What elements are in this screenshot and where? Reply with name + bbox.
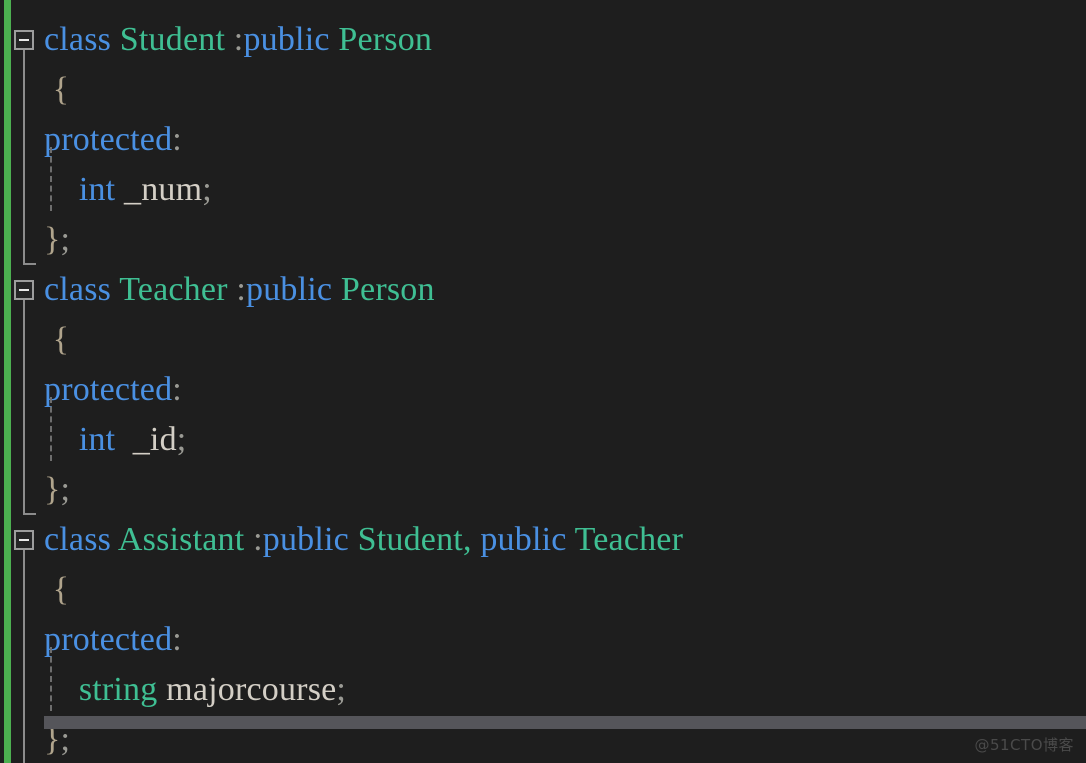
code-token-punct: ; xyxy=(60,221,71,258)
code-line-text: int _num; xyxy=(44,165,212,215)
fold-region-end-marker xyxy=(23,263,36,265)
code-token-brace: } xyxy=(44,471,61,508)
code-line-text: int _id; xyxy=(44,415,186,465)
code-token-brace: { xyxy=(52,571,70,608)
code-token-kw: int xyxy=(78,421,116,458)
indent-guide xyxy=(50,647,52,711)
code-token-punct: : xyxy=(172,371,182,408)
code-surface[interactable]: class Student :public Person {protected:… xyxy=(0,0,1086,763)
code-line-text: protected: xyxy=(44,115,182,165)
fold-toggle-icon[interactable] xyxy=(14,280,34,300)
fold-toggle-icon[interactable] xyxy=(14,530,34,550)
indent-guide xyxy=(50,397,52,461)
code-token-kw: public xyxy=(480,521,567,558)
code-token-ident: majorcourse xyxy=(166,671,337,708)
indent-guide xyxy=(50,147,52,211)
code-token-comma: , xyxy=(462,521,472,558)
code-line-text: { xyxy=(44,65,69,115)
horizontal-scrollbar-thumb[interactable] xyxy=(44,716,1086,729)
code-line[interactable]: { xyxy=(0,565,1086,615)
fold-region-line xyxy=(23,50,25,263)
code-token-brace: { xyxy=(52,71,70,108)
code-token-type: Assistant xyxy=(117,521,245,558)
code-token-brace: { xyxy=(52,321,70,358)
code-line[interactable]: }; xyxy=(0,465,1086,515)
code-line-text: string majorcourse; xyxy=(44,665,346,715)
code-token-type: Person xyxy=(340,271,435,308)
code-token-kw: public xyxy=(243,21,330,58)
code-line[interactable]: }; xyxy=(0,215,1086,265)
code-token-punct: : xyxy=(172,121,182,158)
code-line[interactable]: int _id; xyxy=(0,415,1086,465)
code-editor[interactable]: class Student :public Person {protected:… xyxy=(0,0,1086,763)
code-token-kw: protected xyxy=(44,621,173,658)
code-line-text: { xyxy=(44,565,69,615)
code-token-punct: ; xyxy=(202,171,212,208)
code-line[interactable]: int _num; xyxy=(0,165,1086,215)
code-line[interactable]: class Teacher :public Person xyxy=(0,265,1086,315)
watermark-label: @51CTO博客 xyxy=(974,736,1074,754)
code-token-brace: } xyxy=(44,221,61,258)
code-token-kw: int xyxy=(78,171,116,208)
code-line-text: { xyxy=(44,315,69,365)
code-line[interactable]: class Assistant :public Student, public … xyxy=(0,515,1086,565)
fold-toggle-icon[interactable] xyxy=(14,30,34,50)
code-token-type: Teacher xyxy=(119,271,228,308)
code-token-punct: : xyxy=(253,521,263,558)
code-line-text: class Teacher :public Person xyxy=(44,265,435,315)
code-token-kw: protected xyxy=(44,371,173,408)
code-line-text: class Student :public Person xyxy=(44,15,432,65)
fold-region-line xyxy=(23,300,25,513)
code-line-text: class Assistant :public Student, public … xyxy=(44,515,683,565)
code-token-punct: ; xyxy=(336,671,347,708)
code-line[interactable]: string majorcourse; xyxy=(0,665,1086,715)
code-line[interactable]: protected: xyxy=(0,615,1086,665)
fold-region-line xyxy=(23,550,25,763)
code-token-punct: : xyxy=(233,21,244,58)
code-token-kw: public xyxy=(246,271,333,308)
code-token-kw: class xyxy=(44,521,112,558)
fold-region-end-marker xyxy=(23,513,36,515)
code-line-text: }; xyxy=(44,215,70,265)
code-line-text: protected: xyxy=(44,615,182,665)
code-token-type: Student xyxy=(119,21,226,58)
code-token-ident: _num xyxy=(124,171,203,208)
change-marker-bar xyxy=(4,0,11,763)
code-token-kw: public xyxy=(262,521,349,558)
code-token-type: string xyxy=(78,671,158,708)
code-line[interactable]: { xyxy=(0,65,1086,115)
code-token-ident: _id xyxy=(132,421,177,458)
code-line[interactable]: protected: xyxy=(0,115,1086,165)
code-token-kw: class xyxy=(44,21,112,58)
code-line[interactable]: { xyxy=(0,315,1086,365)
code-line-text: protected: xyxy=(44,365,182,415)
code-token-punct: ; xyxy=(60,471,71,508)
code-token-type: Person xyxy=(338,21,433,58)
code-token-type: Student xyxy=(357,521,463,558)
code-token-type: Teacher xyxy=(574,521,684,558)
code-line[interactable]: protected: xyxy=(0,365,1086,415)
code-token-kw: protected xyxy=(44,121,173,158)
code-token-punct: ; xyxy=(176,421,187,458)
horizontal-scrollbar-track[interactable] xyxy=(44,716,1086,729)
code-line[interactable]: class Student :public Person xyxy=(0,15,1086,65)
code-token-punct: : xyxy=(172,621,182,658)
code-token-kw: class xyxy=(44,271,112,308)
code-line-text: }; xyxy=(44,465,70,515)
code-token-punct: : xyxy=(236,271,247,308)
